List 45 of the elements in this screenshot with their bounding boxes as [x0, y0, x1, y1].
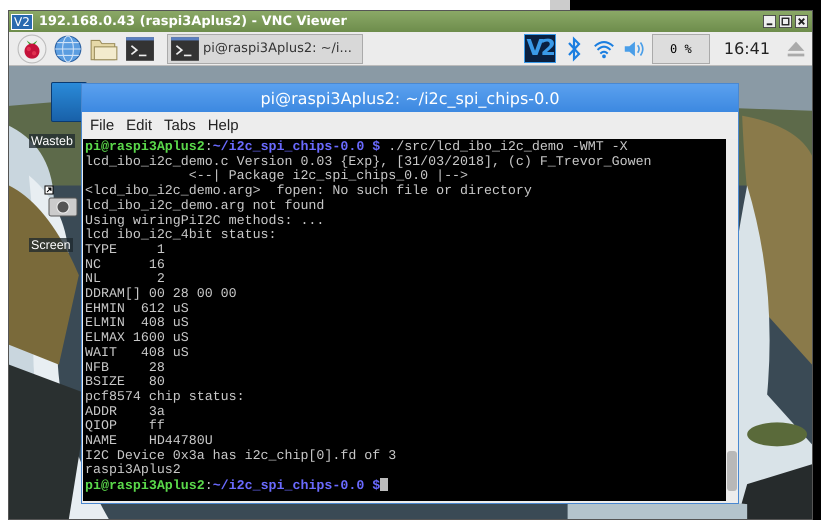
prompt-line: pi@raspi3Aplus2:~/i2c_spi_chips-0.0 $: [85, 478, 724, 494]
desktop-icon-label[interactable]: Screen: [29, 238, 73, 252]
output-line: I2C Device 0x3a has i2c_chip[0].fd of 3: [85, 448, 398, 463]
output-line: raspi3Aplus2: [85, 463, 182, 478]
output-line: ELMIN 408 uS: [85, 316, 190, 332]
cpu-usage-monitor[interactable]: 0 %: [652, 34, 710, 64]
desktop-icon-label[interactable]: Wasteb: [29, 134, 75, 148]
scrollbar-thumb[interactable]: [727, 451, 737, 491]
terminal-title: pi@raspi3Aplus2: ~/i2c_spi_chips-0.0: [260, 88, 560, 108]
output-line: Using wiringPiI2C methods: ...: [85, 214, 326, 228]
output-line: lcd_ibo_i2c_demo.arg not found: [85, 198, 326, 214]
taskbar-window-button[interactable]: pi@raspi3Aplus2: ~/i...: [167, 34, 363, 64]
scrollbar[interactable]: [726, 139, 738, 501]
globe-icon[interactable]: [53, 34, 83, 64]
raspberry-icon[interactable]: [17, 34, 47, 64]
output-line: DDRAM[] 00 28 00 00: [85, 287, 238, 302]
menu-item[interactable]: Edit: [120, 117, 158, 134]
minimize-button[interactable]: [763, 15, 776, 28]
output-line: ELMAX 1600 uS: [85, 331, 190, 346]
terminal-icon: [170, 34, 200, 62]
app-logo: V2: [11, 14, 33, 30]
output-line: NC 16: [85, 258, 166, 272]
output-line: ADDR 3a: [85, 404, 166, 419]
menu-item[interactable]: Help: [202, 117, 245, 134]
maximize-button[interactable]: [779, 15, 792, 28]
output-line: TYPE 1: [85, 242, 166, 258]
prompt-line: pi@raspi3Aplus2:~/i2c_spi_chips-0.0 $ ./src/lcd_ibo_i2c_demo -WMT -X: [85, 140, 629, 155]
menu-item[interactable]: File: [84, 117, 120, 134]
output-line: NAME HD44780U: [85, 434, 214, 449]
menu-item[interactable]: Tabs: [158, 117, 202, 134]
vnc-tray-icon[interactable]: V2: [524, 34, 556, 63]
close-button[interactable]: [795, 15, 808, 28]
output-line: WAIT 408 uS: [85, 346, 190, 361]
output-line: NFB 28: [85, 360, 166, 376]
output-line: EHMIN 612 uS: [85, 302, 190, 316]
output-line: lcd ibo_i2c_4bit status:: [85, 228, 278, 243]
output-line: NL 2: [85, 272, 166, 287]
output-line: <lcd_ibo_i2c_demo.arg> fopen: No such file or directory: [85, 184, 533, 199]
output-line: <--| Package i2c_spi_chips_0.0 |-->: [188, 169, 470, 184]
output-line: QIOP ff: [85, 419, 166, 434]
clock[interactable]: 16:41: [716, 39, 778, 58]
output-line: lcd_ibo_i2c_demo.c Version 0.03 {Exp}, [31/03/2018], (c) F_Trevor_Gowen: [85, 154, 653, 169]
output-line: pcf8574 chip status:: [85, 390, 246, 405]
output-line: BSIZE 80: [85, 375, 166, 390]
window-title: 192.168.0.43 (raspi3Aplus2) - VNC Viewer: [38, 14, 348, 29]
